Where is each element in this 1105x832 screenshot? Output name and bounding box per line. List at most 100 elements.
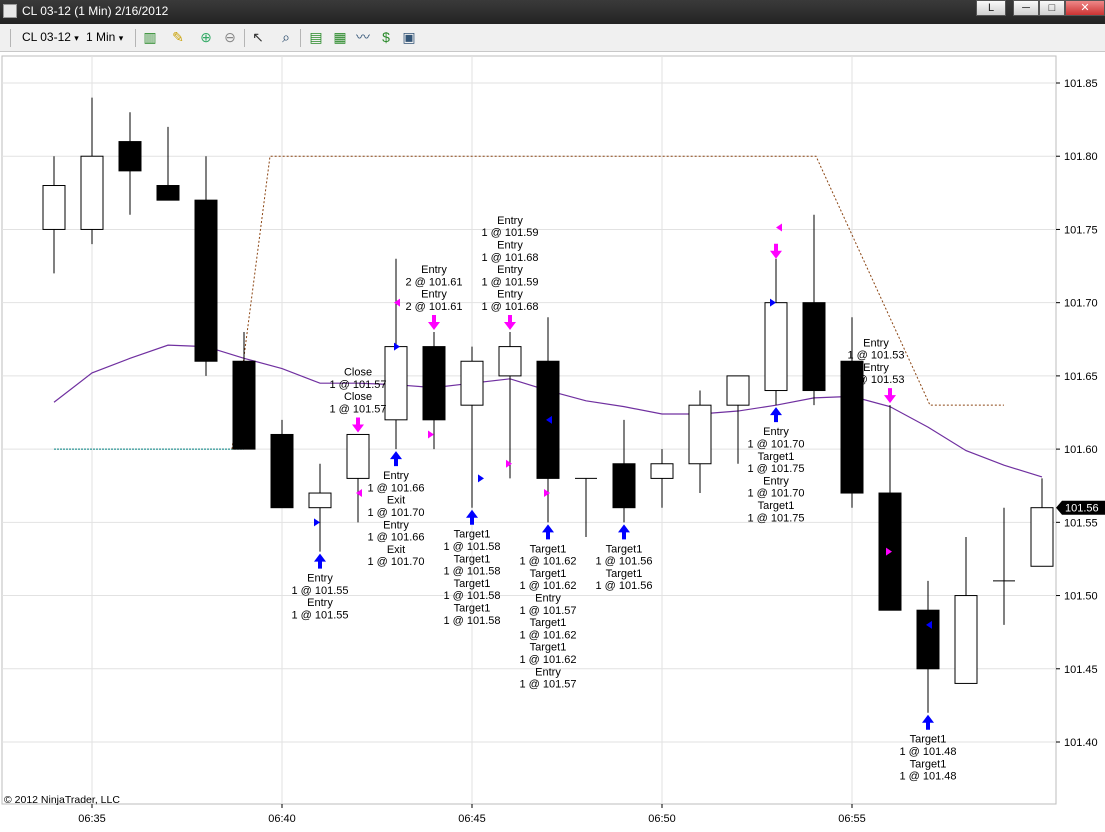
execution-label: Target1 (530, 543, 567, 555)
candle-body (764, 302, 788, 392)
candlestick-style-icon[interactable]: ▥ (142, 29, 158, 45)
candle-body (726, 375, 750, 406)
properties-icon[interactable]: ▣ (401, 29, 417, 45)
candle-body (916, 609, 940, 670)
interval-selector[interactable]: 1 Min ▾ (86, 30, 123, 44)
execution-label: 1 @ 101.55 (291, 585, 348, 597)
y-tick-label: 101.65 (1064, 371, 1098, 383)
x-tick-label: 06:50 (648, 813, 676, 825)
execution-label: 1 @ 101.56 (595, 580, 652, 592)
execution-label: Exit (387, 544, 405, 556)
interval-label: 1 Min (86, 30, 116, 44)
x-tick-label: 06:45 (458, 813, 486, 825)
candle-body (346, 433, 370, 479)
candle-body (498, 346, 522, 377)
maximize-button[interactable]: □ (1039, 0, 1065, 16)
execution-label: 1 @ 101.57 (519, 679, 576, 691)
execution-label: Entry (421, 264, 447, 276)
execution-label: Entry (863, 362, 889, 374)
execution-label: 1 @ 101.62 (519, 580, 576, 592)
minimize-button[interactable]: ─ (1013, 0, 1039, 16)
execution-label: 1 @ 101.75 (747, 463, 804, 475)
execution-label: 1 @ 101.59 (481, 276, 538, 288)
execution-label: Entry (497, 215, 523, 227)
candle-body (156, 185, 180, 201)
execution-label: Target1 (530, 568, 567, 580)
drawing-pencil-icon[interactable]: ✎ (170, 29, 186, 45)
execution-label: 1 @ 101.48 (899, 771, 956, 783)
strategy-icon[interactable]: $ (378, 29, 394, 45)
zoom-in-icon[interactable]: ⊕ (198, 29, 214, 45)
candle-body (80, 155, 104, 230)
candle-body (688, 404, 712, 465)
execution-label: Entry (763, 426, 789, 438)
execution-label: Target1 (454, 578, 491, 590)
bar-data-icon[interactable]: ▤ (308, 29, 324, 45)
execution-label: 1 @ 101.75 (747, 512, 804, 524)
execution-label: 1 @ 101.55 (291, 610, 348, 622)
y-tick-label: 101.40 (1064, 737, 1098, 749)
execution-label: 1 @ 101.58 (443, 590, 500, 602)
execution-label: Entry (307, 597, 333, 609)
execution-label: Entry (383, 470, 409, 482)
candle-body (612, 463, 636, 509)
execution-label: 1 @ 101.53 (847, 350, 904, 362)
candle-body (460, 360, 484, 406)
execution-label: 1 @ 101.58 (443, 566, 500, 578)
window-title: CL 03-12 (1 Min) 2/16/2012 (22, 4, 169, 18)
cursor-pointer-icon[interactable]: ↖ (250, 29, 266, 45)
candle-body (232, 360, 256, 450)
y-tick-label: 101.50 (1064, 591, 1098, 603)
y-tick-label: 101.75 (1064, 224, 1098, 236)
candle-body (118, 141, 142, 172)
y-tick-label: 101.80 (1064, 151, 1098, 163)
execution-label: 2 @ 101.61 (405, 301, 462, 313)
execution-label: 1 @ 101.70 (367, 556, 424, 568)
instrument-selector[interactable]: CL 03-12 ▾ (22, 30, 79, 44)
execution-label: Target1 (606, 543, 643, 555)
execution-label: Entry (535, 593, 561, 605)
execution-label: 1 @ 101.68 (481, 252, 538, 264)
copyright-text: © 2012 NinjaTrader, LLC (4, 794, 120, 806)
toolbar-separator (244, 29, 245, 47)
indicator-icon[interactable]: 〰 (355, 29, 371, 45)
candle-body (194, 199, 218, 362)
chevron-down-icon: ▾ (118, 33, 124, 43)
execution-label: Entry (535, 666, 561, 678)
chart-style-icon[interactable]: ▦ (332, 29, 348, 45)
price-chart-panel[interactable]: 101.85 101.80 101.75 101.70 101.65 101.60 101.… (0, 52, 1105, 827)
execution-label: Entry (863, 337, 889, 349)
execution-label: 1 @ 101.48 (899, 746, 956, 758)
execution-label: Target1 (530, 617, 567, 629)
execution-label: 1 @ 101.56 (595, 556, 652, 568)
link-button[interactable]: L (976, 0, 1006, 16)
execution-label: Entry (763, 475, 789, 487)
execution-label: 1 @ 101.70 (747, 488, 804, 500)
candle-body (1030, 507, 1054, 567)
price-chart[interactable]: 101.85 101.80 101.75 101.70 101.65 101.60 101.… (0, 52, 1105, 827)
y-tick-label: 101.45 (1064, 664, 1098, 676)
execution-label: 1 @ 101.57 (329, 403, 386, 415)
execution-label: 1 @ 101.66 (367, 482, 424, 494)
y-tick-label: 101.55 (1064, 517, 1098, 529)
close-button[interactable]: ✕ (1065, 0, 1105, 16)
chart-toolbar: CL 03-12 ▾ 1 Min ▾ ▥ ✎ ⊕ ⊖ ↖ ⌕ ▤ ▦ 〰 $ ▣ (0, 24, 1105, 52)
execution-label: Entry (307, 573, 333, 585)
execution-label: Target1 (454, 602, 491, 614)
execution-label: Entry (383, 519, 409, 531)
toolbar-separator (10, 29, 11, 47)
execution-label: Entry (497, 264, 523, 276)
execution-label: 1 @ 101.62 (519, 556, 576, 568)
execution-label: 1 @ 101.58 (443, 541, 500, 553)
candle-body (270, 433, 294, 509)
toolbar-separator (135, 29, 136, 47)
execution-label: Target1 (758, 451, 795, 463)
execution-label: 1 @ 101.70 (367, 507, 424, 519)
zoom-out-icon[interactable]: ⊖ (222, 29, 238, 45)
execution-label: Target1 (454, 529, 491, 541)
execution-label: 1 @ 101.66 (367, 532, 424, 544)
magnifier-icon[interactable]: ⌕ (278, 29, 294, 45)
execution-label: Target1 (910, 734, 947, 746)
x-tick-label: 06:55 (838, 813, 866, 825)
last-price-label: 101.56 (1065, 503, 1099, 515)
